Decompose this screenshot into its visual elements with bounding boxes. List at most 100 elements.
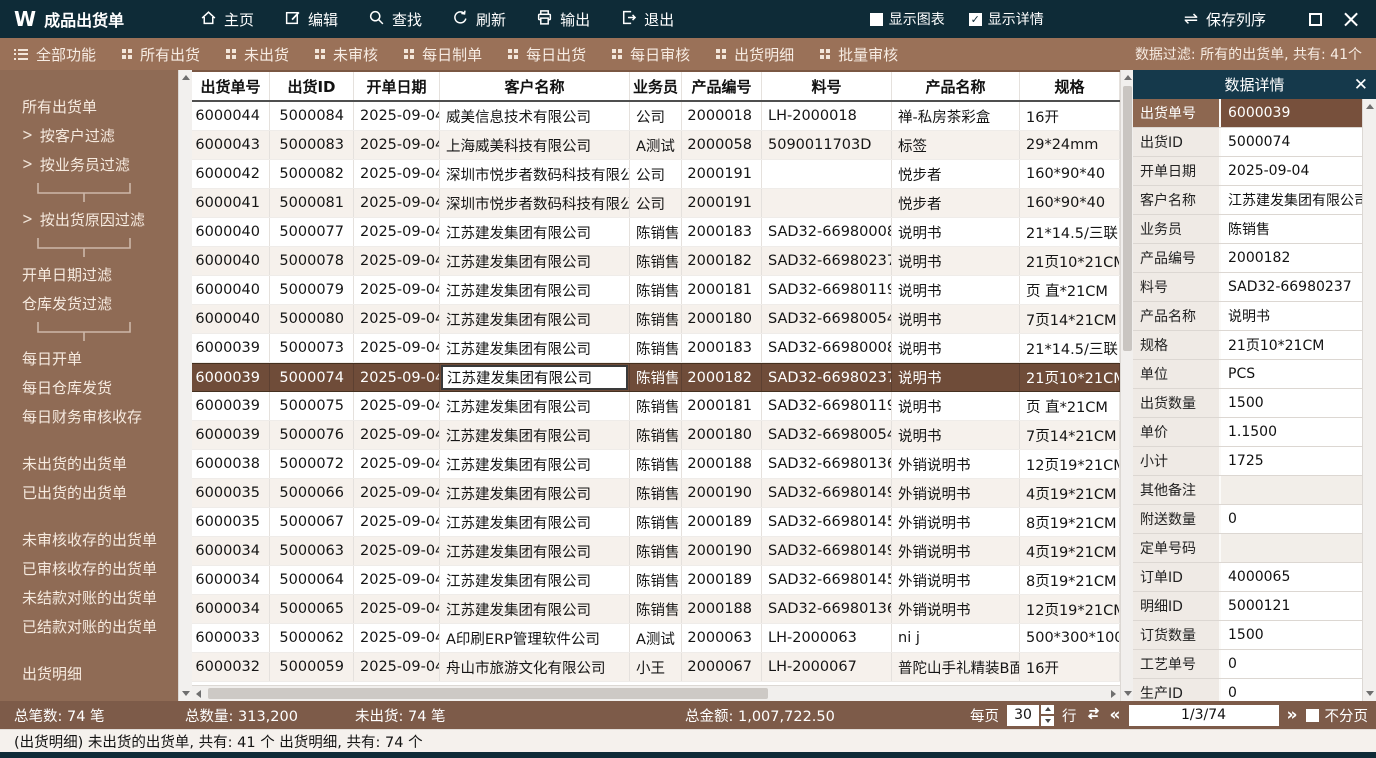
sidebar-item[interactable]: 所有出货单: [0, 92, 178, 121]
next-page-button[interactable]: »: [1287, 705, 1298, 725]
scroll-down-icon[interactable]: [182, 691, 190, 696]
table-row[interactable]: 600004050000772025-09-04江苏建发集团有限公司陈销售200…: [192, 218, 1120, 247]
table-row[interactable]: 600003250000592025-09-04舟山市旅游文化有限公司小王200…: [192, 653, 1120, 682]
detail-row[interactable]: 客户名称江苏建发集团有限公司: [1133, 186, 1362, 215]
column-header[interactable]: 客户名称: [440, 72, 630, 100]
table-row[interactable]: 600004350000832025-09-04上海威美科技有限公司A测试200…: [192, 131, 1120, 160]
column-header[interactable]: 产品编号: [682, 72, 762, 100]
detail-row[interactable]: 单位PCS: [1133, 360, 1362, 389]
sidebar-item[interactable]: >按客户过滤: [0, 121, 178, 150]
horizontal-scroll-thumb[interactable]: [208, 688, 768, 699]
sidebar-item[interactable]: 已审核收存的出货单: [0, 554, 178, 583]
toolbar-item-5[interactable]: 每日出货: [508, 44, 586, 65]
table-vertical-scrollbar[interactable]: [1120, 70, 1133, 701]
toolbar-item-4[interactable]: 每日制单: [404, 44, 482, 65]
table-row[interactable]: 600004050000802025-09-04江苏建发集团有限公司陈销售200…: [192, 305, 1120, 334]
scroll-down-icon[interactable]: [1366, 691, 1374, 696]
sidebar-item[interactable]: >按业务员过滤: [0, 150, 178, 179]
table-row[interactable]: 600003550000672025-09-04江苏建发集团有限公司陈销售200…: [192, 508, 1120, 537]
per-page-input[interactable]: 30: [1007, 705, 1039, 726]
menu-output[interactable]: 输出: [536, 9, 590, 30]
table-row[interactable]: 600003450000652025-09-04江苏建发集团有限公司陈销售200…: [192, 595, 1120, 624]
prev-page-button[interactable]: «: [1110, 705, 1121, 725]
show-chart-toggle[interactable]: 显示图表: [870, 9, 945, 29]
detail-row[interactable]: 业务员陈销售: [1133, 215, 1362, 244]
table-row[interactable]: 600003950000762025-09-04江苏建发集团有限公司陈销售200…: [192, 421, 1120, 450]
table-row[interactable]: 600004250000822025-09-04深圳市悦步者数码科技有限公司公司…: [192, 160, 1120, 189]
toolbar-item-2[interactable]: 未出货: [226, 44, 289, 65]
detail-row[interactable]: 附送数量0: [1133, 505, 1362, 534]
detail-row[interactable]: 产品名称说明书: [1133, 302, 1362, 331]
detail-row[interactable]: 产品编号2000182: [1133, 244, 1362, 273]
show-detail-toggle[interactable]: ✓ 显示详情: [969, 9, 1044, 29]
horizontal-scrollbar[interactable]: [192, 685, 1120, 701]
sidebar-item[interactable]: 仓库发货过滤: [0, 289, 178, 318]
toolbar-item-8[interactable]: 批量审核: [820, 44, 898, 65]
table-row[interactable]: 600004050000792025-09-04江苏建发集团有限公司陈销售200…: [192, 276, 1120, 305]
column-header[interactable]: 规格: [1020, 72, 1120, 100]
maximize-button[interactable]: [1302, 13, 1328, 26]
scroll-up-icon[interactable]: [182, 75, 190, 80]
table-row[interactable]: 600004150000812025-09-04深圳市悦步者数码科技有限公司公司…: [192, 189, 1120, 218]
detail-row[interactable]: 订货数量1500: [1133, 621, 1362, 650]
table-row[interactable]: 600003450000632025-09-04江苏建发集团有限公司陈销售200…: [192, 537, 1120, 566]
save-column-order-button[interactable]: ⇌ 保存列序: [1184, 9, 1266, 30]
sidebar-item[interactable]: 开单日期过滤: [0, 260, 178, 289]
column-header[interactable]: 产品名称: [892, 72, 1020, 100]
detail-row[interactable]: 单价1.1500: [1133, 418, 1362, 447]
column-header[interactable]: 业务员: [630, 72, 682, 100]
customer-name-edit-box[interactable]: 江苏建发集团有限公司: [441, 365, 628, 390]
table-row[interactable]: 600004450000842025-09-04威美信息技术有限公司公司2000…: [192, 102, 1120, 131]
detail-row[interactable]: 其他备注: [1133, 476, 1362, 505]
scroll-up-icon[interactable]: [1124, 75, 1132, 80]
table-row[interactable]: 600003950000732025-09-04江苏建发集团有限公司陈销售200…: [192, 334, 1120, 363]
menu-exit[interactable]: 退出: [620, 9, 674, 30]
detail-row[interactable]: 订单ID4000065: [1133, 563, 1362, 592]
menu-edit[interactable]: 编辑: [284, 9, 338, 30]
sidebar-item[interactable]: 已结款对账的出货单: [0, 612, 178, 641]
toolbar-item-all-functions[interactable]: 全部功能: [14, 44, 96, 65]
table-row-selected[interactable]: 600003950000742025-09-04江苏建发集团有限公司陈销售200…: [192, 363, 1120, 392]
menu-home[interactable]: 主页: [200, 9, 254, 30]
detail-row[interactable]: 明细ID5000121: [1133, 592, 1362, 621]
column-header[interactable]: 出货单号: [192, 72, 270, 100]
column-header[interactable]: 料号: [762, 72, 892, 100]
sidebar-item[interactable]: 未审核收存的出货单: [0, 525, 178, 554]
sidebar-item[interactable]: 每日仓库发货: [0, 373, 178, 402]
spinner-down-button[interactable]: [1041, 716, 1054, 726]
detail-row[interactable]: 定单号码: [1133, 534, 1362, 563]
close-button[interactable]: ×: [1338, 7, 1364, 31]
detail-row[interactable]: 出货单号6000039: [1133, 99, 1362, 128]
page-indicator-input[interactable]: 1/3/74: [1129, 705, 1279, 726]
show-chart-checkbox[interactable]: [870, 13, 883, 26]
reload-page-icon[interactable]: [1085, 705, 1102, 726]
scroll-right-icon[interactable]: [1111, 690, 1116, 698]
table-row[interactable]: 600004050000782025-09-04江苏建发集团有限公司陈销售200…: [192, 247, 1120, 276]
sidebar-item[interactable]: 每日财务审核收存: [0, 402, 178, 431]
table-row[interactable]: 600003950000752025-09-04江苏建发集团有限公司陈销售200…: [192, 392, 1120, 421]
detail-close-icon[interactable]: ✕: [1354, 75, 1368, 95]
column-header[interactable]: 开单日期: [354, 72, 440, 100]
scroll-left-icon[interactable]: [196, 690, 201, 698]
sidebar-item[interactable]: 出货明细: [0, 659, 178, 688]
scroll-up-icon[interactable]: [1366, 104, 1374, 109]
sidebar-item[interactable]: 每日开单: [0, 344, 178, 373]
sidebar-item[interactable]: 已出货的出货单: [0, 478, 178, 507]
detail-row[interactable]: 生产ID0: [1133, 679, 1362, 701]
spinner-up-button[interactable]: [1041, 705, 1054, 715]
show-detail-checkbox[interactable]: ✓: [969, 13, 982, 26]
table-row[interactable]: 600003850000722025-09-04江苏建发集团有限公司陈销售200…: [192, 450, 1120, 479]
detail-scrollbar[interactable]: [1362, 99, 1376, 701]
detail-row[interactable]: 开单日期2025-09-04: [1133, 157, 1362, 186]
no-paging-checkbox[interactable]: [1306, 709, 1319, 722]
sidebar-item[interactable]: 未结款对账的出货单: [0, 583, 178, 612]
no-paging-toggle[interactable]: 不分页: [1306, 705, 1369, 726]
menu-refresh[interactable]: 刷新: [452, 9, 506, 30]
toolbar-item-1[interactable]: 所有出货: [122, 44, 200, 65]
column-header[interactable]: 出货ID: [270, 72, 354, 100]
detail-row[interactable]: 工艺单号0: [1133, 650, 1362, 679]
scroll-down-icon[interactable]: [1124, 691, 1132, 696]
sidebar-item[interactable]: 未出货的出货单: [0, 449, 178, 478]
sidebar-scrollbar[interactable]: [178, 70, 192, 701]
toolbar-item-7[interactable]: 出货明细: [716, 44, 794, 65]
